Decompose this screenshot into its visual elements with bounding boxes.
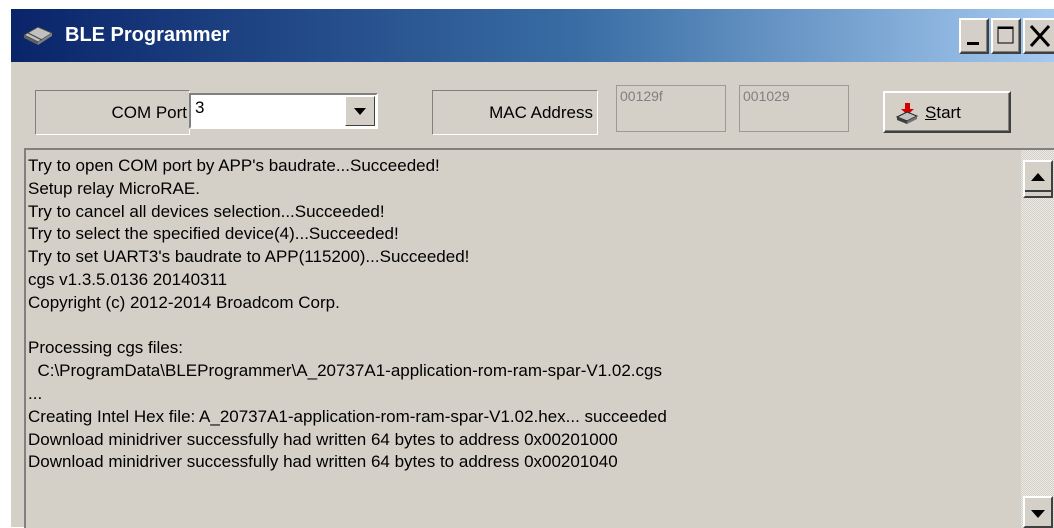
minimize-button[interactable]: [959, 18, 989, 54]
start-label: Start: [925, 103, 961, 122]
com-port-value: 3: [195, 98, 205, 117]
log-line: Download minidriver successfully had wri…: [28, 452, 618, 472]
log-output[interactable]: Try to open COM port by APP's baudrate..…: [24, 148, 1054, 528]
log-line: Try to select the specified device(4)...…: [28, 224, 399, 244]
mac-address-label: MAC Address: [432, 90, 598, 135]
log-line: cgs v1.3.5.0136 20140311: [28, 269, 228, 289]
chip-icon: [20, 21, 56, 52]
log-line: ...: [28, 383, 43, 403]
close-icon: [1029, 24, 1051, 48]
log-line: Try to open COM port by APP's baudrate..…: [28, 156, 440, 175]
window-title: BLE Programmer: [65, 24, 230, 46]
title-bar[interactable]: BLE Programmer: [11, 9, 1054, 62]
log-line: Download minidriver successfully had wri…: [28, 429, 618, 449]
ble-programmer-window: BLE Programmer COM Port 3 MAC Address 00…: [10, 9, 1054, 528]
mac-address-part2-field[interactable]: 001029: [739, 85, 849, 132]
maximize-button[interactable]: [991, 18, 1021, 54]
download-chip-icon: [895, 103, 919, 130]
vertical-scrollbar[interactable]: [1021, 150, 1054, 528]
com-port-select[interactable]: 3: [189, 93, 378, 129]
log-lines: Try to open COM port by APP's baudrate..…: [28, 155, 1013, 474]
log-line: Copyright (c) 2012-2014 Broadcom Corp.: [28, 292, 340, 312]
log-line: Try to cancel all devices selection...Su…: [28, 201, 385, 221]
start-button[interactable]: Start: [883, 91, 1011, 133]
close-button[interactable]: [1023, 18, 1054, 54]
scroll-up-button[interactable]: [1023, 160, 1053, 198]
log-line: Processing cgs files:: [28, 338, 183, 358]
log-line: Try to set UART3's baudrate to APP(11520…: [28, 247, 470, 267]
dropdown-button[interactable]: [345, 96, 375, 126]
mac-address-part1-field[interactable]: 00129f: [616, 85, 726, 132]
log-line: Creating Intel Hex file: A_20737A1-appli…: [28, 406, 667, 426]
com-port-label: COM Port: [35, 90, 190, 135]
chevron-down-icon: [354, 108, 366, 115]
log-line: Setup relay MicroRAE.: [28, 178, 200, 198]
arrow-down-icon: [1031, 510, 1045, 518]
maximize-icon: [997, 26, 1014, 44]
minimize-icon: [967, 42, 979, 45]
scroll-down-button[interactable]: [1023, 496, 1053, 528]
log-line: C:\ProgramData\BLEProgrammer\A_20737A1-a…: [28, 361, 662, 381]
arrow-up-icon: [1025, 173, 1051, 192]
